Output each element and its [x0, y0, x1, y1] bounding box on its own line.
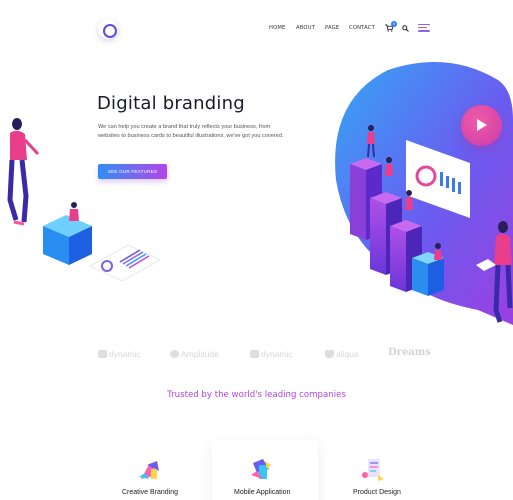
- dynamic-logo-icon: [250, 350, 259, 358]
- play-icon: [477, 119, 487, 131]
- brand-logo-amplitude: Amplitude: [170, 349, 219, 359]
- brand-logo-aliqua: aliqua: [325, 349, 359, 359]
- service-product-design[interactable]: Product Design: [353, 489, 401, 496]
- dynamic-logo-icon: [98, 350, 107, 358]
- amplitude-logo-icon: [170, 350, 179, 358]
- aliqua-logo-icon: [325, 350, 334, 358]
- trusted-heading: Trusted by the world's leading companies: [167, 390, 346, 400]
- service-mobile-application[interactable]: Mobile Application: [234, 489, 290, 496]
- play-video-button[interactable]: [461, 105, 502, 146]
- brand-logo-dynamic-2: dynamic: [250, 349, 293, 359]
- brand-logo-dreams: Dreams: [388, 347, 431, 358]
- product-design-icon: [362, 459, 384, 481]
- hero-illustration-right: [335, 62, 513, 325]
- creative-branding-icon: [139, 461, 159, 479]
- service-creative-branding[interactable]: Creative Branding: [122, 489, 178, 496]
- brand-logo-dynamic: dynamic: [98, 349, 141, 359]
- mobile-application-icon: [251, 459, 271, 479]
